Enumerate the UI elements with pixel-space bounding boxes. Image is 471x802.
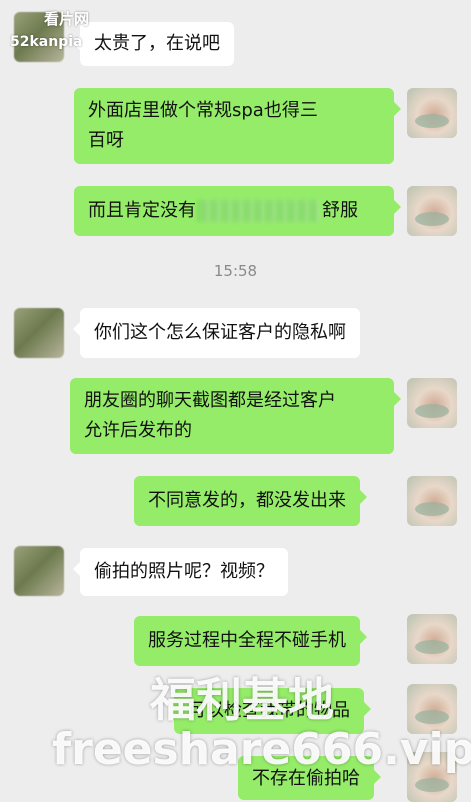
watermark-url: freeshare666.vip bbox=[52, 724, 471, 775]
self-avatar[interactable] bbox=[407, 186, 457, 236]
message-text: 偷拍的照片呢？视频？ bbox=[94, 561, 274, 582]
self-avatar[interactable] bbox=[407, 614, 457, 664]
watermark-site-url: 52kanpia bbox=[10, 34, 83, 50]
self-avatar[interactable] bbox=[407, 88, 457, 138]
message-text: 舒服 bbox=[322, 200, 358, 221]
redacted-text-blur bbox=[198, 200, 320, 222]
message-bubble-incoming: 偷拍的照片呢？视频？ bbox=[73, 548, 288, 596]
contact-avatar[interactable] bbox=[14, 308, 64, 358]
message-bubble-outgoing: 外面店里做个常规spa也得三 百呀 bbox=[74, 88, 401, 164]
self-avatar[interactable] bbox=[407, 378, 457, 428]
message-bubble-incoming: 你们这个怎么保证客户的隐私啊 bbox=[73, 308, 360, 358]
message-bubble-outgoing: 朋友圈的聊天截图都是经过客户 允许后发布的 bbox=[70, 378, 401, 454]
chat-timestamp: 15:58 bbox=[213, 262, 258, 280]
message-text: 你们这个怎么保证客户的隐私啊 bbox=[94, 322, 346, 343]
message-bubble-outgoing: 不同意发的，都没发出来 bbox=[134, 476, 367, 526]
message-text-line: 百呀 bbox=[88, 130, 124, 151]
message-text: 不同意发的，都没发出来 bbox=[148, 490, 346, 511]
message-text-line: 外面店里做个常规spa也得三 bbox=[88, 100, 318, 121]
message-bubble-outgoing: 服务过程中全程不碰手机 bbox=[134, 616, 367, 666]
message-text: 太贵了，在说吧 bbox=[94, 33, 220, 54]
message-text-line: 允许后发布的 bbox=[84, 420, 192, 441]
message-bubble-outgoing: 而且肯定没有 舒服 bbox=[74, 186, 401, 236]
contact-avatar[interactable] bbox=[14, 546, 64, 596]
message-text-line: 朋友圈的聊天截图都是经过客户 bbox=[84, 390, 336, 411]
message-text: 而且肯定没有 bbox=[88, 200, 196, 221]
message-bubble-incoming: 太贵了，在说吧 bbox=[73, 22, 234, 66]
message-text: 服务过程中全程不碰手机 bbox=[148, 630, 346, 651]
watermark-site-title: 看片网 bbox=[44, 10, 90, 28]
self-avatar[interactable] bbox=[407, 476, 457, 526]
watermark-chinese: 福利基地 bbox=[150, 673, 334, 727]
